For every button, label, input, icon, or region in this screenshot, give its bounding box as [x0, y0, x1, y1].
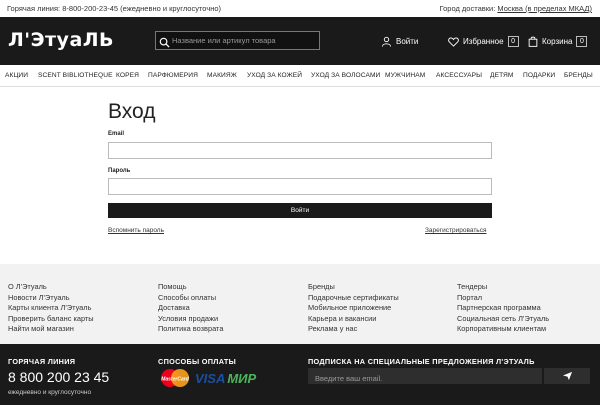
cart-link[interactable]: Корзина 0	[528, 36, 588, 47]
footer-link[interactable]: Социальная сеть Л'Этуаль	[457, 314, 549, 325]
footer-link[interactable]: Найти мой магазин	[8, 324, 94, 335]
site-logo[interactable]: Л'ЭтуаЛЬ	[8, 29, 114, 51]
footer-link[interactable]: Корпоративным клиентам	[457, 324, 549, 335]
footer-link[interactable]: Мобильное приложение	[308, 303, 399, 314]
cart-label: Корзина	[542, 37, 573, 46]
footer-link[interactable]: Карты клиента Л'Этуаль	[8, 303, 94, 314]
nav-item-skincare[interactable]: УХОД ЗА КОЖЕЙ	[247, 72, 302, 79]
cart-count-badge: 0	[576, 36, 588, 47]
top-info-bar: Горячая линия: 8-800-200-23-45 (ежедневн…	[0, 0, 600, 17]
search-icon[interactable]	[159, 35, 171, 48]
mir-logo-icon: МИР	[227, 370, 257, 386]
subscribe-email-input[interactable]	[308, 370, 542, 387]
nav-item-gifts[interactable]: ПОДАРКИ	[523, 72, 555, 79]
visa-logo-icon: VISA	[195, 370, 226, 386]
footer-link[interactable]: Новости Л'Этуаль	[8, 293, 94, 304]
footer-link[interactable]: Партнерская программа	[457, 303, 549, 314]
login-link[interactable]: Войти	[381, 36, 418, 47]
delivery-city: Город доставки: Москва (в пределах МКАД)	[440, 4, 592, 13]
nav-item-perfume[interactable]: ПАРФЮМЕРИЯ	[148, 72, 198, 79]
nav-item-makeup[interactable]: МАКИЯЖ	[207, 72, 237, 79]
hotline-hours: ежедневно и круглосуточно	[8, 389, 92, 396]
footer-link[interactable]: Доставка	[158, 303, 223, 314]
footer-link[interactable]: Тендеры	[457, 282, 549, 293]
nav-item-men[interactable]: МУЖЧИНАМ	[385, 72, 425, 79]
cart-bag-icon	[528, 36, 538, 47]
payment-methods-heading: СПОСОБЫ ОПЛАТЫ	[158, 357, 237, 366]
footer-links-section: О Л'Этуаль Новости Л'Этуаль Карты клиент…	[0, 264, 600, 344]
subscribe-send-button[interactable]	[544, 368, 590, 384]
footer-link[interactable]: Портал	[457, 293, 549, 304]
heart-icon	[448, 36, 459, 47]
hotline-heading: ГОРЯЧАЯ ЛИНИЯ	[8, 357, 76, 366]
favorites-link[interactable]: Избранное 0	[448, 36, 519, 47]
nav-item-haircare[interactable]: УХОД ЗА ВОЛОСАМИ	[311, 72, 380, 79]
city-label: Город доставки:	[439, 4, 496, 13]
search-box[interactable]	[155, 31, 320, 50]
search-input[interactable]	[172, 32, 317, 49]
footer-link[interactable]: Бренды	[308, 282, 399, 293]
footer-column-brands: Бренды Подарочные сертификаты Мобильное …	[308, 282, 399, 335]
nav-item-kids[interactable]: ДЕТЯМ	[490, 72, 514, 79]
footer-link[interactable]: О Л'Этуаль	[8, 282, 94, 293]
footer-link[interactable]: Способы оплаты	[158, 293, 223, 304]
user-icon	[381, 36, 392, 47]
nav-item-brands[interactable]: БРЕНДЫ	[564, 72, 593, 79]
page-title: Вход	[108, 100, 156, 123]
footer-column-partners: Тендеры Портал Партнерская программа Соц…	[457, 282, 549, 335]
password-field[interactable]	[108, 178, 492, 195]
hotline-phone[interactable]: 8 800 200 23 45	[8, 369, 109, 385]
subscribe-heading: ПОДПИСКА НА СПЕЦИАЛЬНЫЕ ПРЕДЛОЖЕНИЯ Л'ЭТ…	[308, 357, 535, 366]
nav-item-akcii[interactable]: АКЦИИ	[5, 72, 28, 79]
subscribe-field-wrapper[interactable]	[308, 368, 542, 387]
email-field[interactable]	[108, 142, 492, 159]
footer-link[interactable]: Политика возврата	[158, 324, 223, 335]
mastercard-text: MasterCard	[161, 377, 189, 383]
footer-link[interactable]: Реклама у нас	[308, 324, 399, 335]
favorites-label: Избранное	[463, 37, 504, 46]
city-selector-link[interactable]: Москва (в пределах МКАД)	[497, 4, 592, 13]
footer-column-about: О Л'Этуаль Новости Л'Этуаль Карты клиент…	[8, 282, 94, 335]
main-navigation: АКЦИИ SCENT BIBLIOTHEQUE КОРЕЯ ПАРФЮМЕРИ…	[0, 65, 600, 87]
footer-column-help: Помощь Способы оплаты Доставка Условия п…	[158, 282, 223, 335]
favorites-count-badge: 0	[507, 36, 519, 47]
footer-link[interactable]: Подарочные сертификаты	[308, 293, 399, 304]
mastercard-logo-icon: MasterCard	[161, 369, 190, 387]
send-arrow-icon	[562, 371, 572, 381]
payment-logos: MasterCard VISA МИР	[158, 369, 256, 387]
footer-link[interactable]: Карьера и вакансии	[308, 314, 399, 325]
nav-item-accessories[interactable]: АКСЕССУАРЫ	[436, 72, 482, 79]
login-link-label: Войти	[396, 37, 419, 46]
nav-item-scent-bibliotheque[interactable]: SCENT BIBLIOTHEQUE	[38, 72, 113, 79]
footer-link[interactable]: Условия продажи	[158, 314, 223, 325]
nav-item-korea[interactable]: КОРЕЯ	[116, 72, 139, 79]
footer-link[interactable]: Помощь	[158, 282, 223, 293]
password-label: Пароль	[108, 168, 131, 174]
email-label: Email	[108, 131, 125, 137]
hotline-text: Горячая линия: 8-800-200-23-45 (ежедневн…	[7, 4, 222, 13]
login-submit-button[interactable]: Войти	[108, 203, 492, 218]
footer-bottom: ГОРЯЧАЯ ЛИНИЯ 8 800 200 23 45 ежедневно …	[0, 344, 600, 405]
register-link[interactable]: Зарегистрироваться	[425, 227, 486, 234]
forgot-password-link[interactable]: Вспомнить пароль	[108, 227, 164, 234]
site-header: Л'ЭтуаЛЬ Войти Избранное 0 Корзина 0	[0, 17, 600, 65]
footer-link[interactable]: Проверить баланс карты	[8, 314, 94, 325]
